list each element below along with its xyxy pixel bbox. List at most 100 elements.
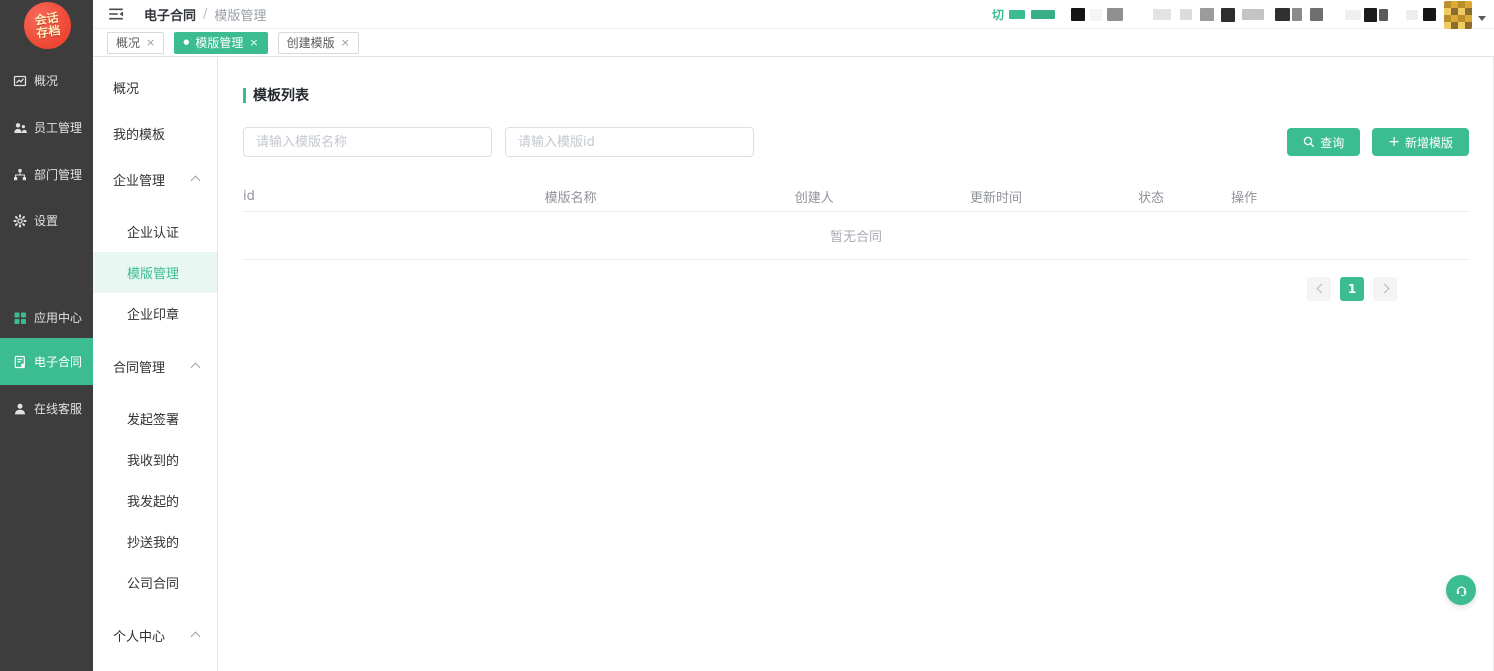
column-header-updated: 更新时间	[970, 182, 1138, 211]
subnav-company-contracts[interactable]: 公司合同	[93, 562, 217, 603]
search-button[interactable]: 查询	[1287, 128, 1360, 156]
chevron-up-icon	[192, 633, 199, 640]
template-name-input[interactable]	[243, 127, 492, 157]
customer-service-button[interactable]	[1446, 575, 1476, 605]
main-content: 模板列表 查询 + 新增模版	[218, 57, 1494, 671]
app-logo: 会话 存档	[21, 0, 74, 52]
tab-create-template[interactable]: 创建模版 ×	[278, 32, 359, 54]
page-title-text: 模板列表	[253, 85, 309, 105]
dropdown-caret-icon[interactable]	[1478, 16, 1486, 21]
headset-icon	[1453, 582, 1470, 599]
pagination-page-1[interactable]: 1	[1340, 277, 1364, 301]
redacted-block	[1345, 10, 1361, 20]
sidebar-item-label: 概况	[34, 72, 58, 89]
template-id-input[interactable]	[505, 127, 754, 157]
subnav-initiate-sign[interactable]: 发起签署	[93, 398, 217, 439]
primary-sidebar: 会话 存档 概况 员工管理 部门管理 设置	[0, 0, 93, 671]
subnav-label: 企业认证	[127, 222, 179, 241]
sidebar-item-app-center[interactable]: 应用中心	[0, 294, 93, 341]
redacted-block	[1423, 8, 1436, 21]
chevron-up-icon	[192, 177, 199, 184]
redacted-block	[1406, 10, 1418, 20]
tab-template-management[interactable]: ● 模版管理 ×	[174, 32, 267, 54]
subnav-template-management[interactable]: 模版管理	[93, 252, 217, 293]
chevron-left-icon	[1316, 285, 1323, 292]
redacted-block	[1364, 8, 1377, 22]
subnav-enterprise-auth[interactable]: 企业认证	[93, 211, 217, 252]
redacted-block	[1009, 10, 1025, 19]
subnav-enterprise-seal[interactable]: 企业印章	[93, 293, 217, 334]
close-icon[interactable]: ×	[249, 36, 258, 49]
menu-fold-icon[interactable]	[108, 7, 124, 21]
breadcrumb-current: 模版管理	[214, 5, 266, 24]
subnav-label: 模版管理	[127, 263, 179, 282]
redacted-block	[1242, 9, 1264, 20]
template-table: id 模版名称 创建人 更新时间 状态 操作	[243, 182, 1469, 212]
add-template-label: 新增模版	[1405, 134, 1453, 151]
column-header-creator: 创建人	[795, 182, 970, 211]
workspace: 概况 我的模板 企业管理 企业认证 模版管理 企业印章	[93, 57, 1494, 671]
contract-document-icon	[13, 355, 27, 369]
subnav-label: 个人中心	[113, 626, 165, 645]
table-empty-state: 暂无合同	[243, 212, 1469, 260]
pagination: 1	[243, 277, 1397, 301]
redacted-block	[1292, 8, 1302, 21]
redacted-block	[1071, 8, 1085, 21]
sidebar-item-overview[interactable]: 概况	[0, 57, 93, 104]
sidebar-item-e-contract[interactable]: 电子合同	[0, 338, 93, 385]
chevron-right-icon	[1382, 285, 1389, 292]
subnav-my-templates[interactable]: 我的模板	[93, 110, 217, 156]
switch-text-fragment: 切	[992, 6, 1004, 23]
subnav-overview[interactable]: 概况	[93, 64, 217, 110]
sidebar-item-label: 在线客服	[34, 400, 82, 417]
subnav-group-enterprise[interactable]: 企业管理	[93, 156, 217, 202]
subnav-label: 发起签署	[127, 409, 179, 428]
apps-grid-icon	[13, 311, 27, 325]
avatar[interactable]	[1444, 1, 1472, 29]
plus-icon: +	[1388, 135, 1400, 149]
subnav-label: 合同管理	[113, 357, 165, 376]
redacted-block	[1310, 8, 1323, 21]
column-header-id: id	[243, 182, 545, 211]
sidebar-item-employees[interactable]: 员工管理	[0, 104, 93, 151]
chevron-up-icon	[192, 364, 199, 371]
page-title: 模板列表	[243, 85, 1469, 105]
subnav-label: 概况	[113, 78, 139, 97]
subnav-cc-me[interactable]: 抄送我的	[93, 521, 217, 562]
employees-icon	[13, 121, 27, 135]
subnav-label: 我收到的	[127, 450, 179, 469]
pagination-next-button[interactable]	[1373, 277, 1397, 301]
pagination-prev-button[interactable]	[1307, 277, 1331, 301]
close-icon[interactable]: ×	[146, 36, 155, 49]
subnav-group-personal[interactable]: 个人中心	[93, 612, 217, 658]
close-icon[interactable]: ×	[341, 36, 350, 49]
filter-actions: 查询 + 新增模版	[1287, 128, 1469, 156]
subnav-received[interactable]: 我收到的	[93, 439, 217, 480]
redacted-block	[1200, 8, 1214, 21]
departments-org-icon	[13, 168, 27, 182]
subnav-label: 企业管理	[113, 170, 165, 189]
sidebar-item-label: 员工管理	[34, 119, 82, 136]
tab-label: 模版管理	[195, 34, 243, 51]
redacted-block	[1379, 9, 1388, 21]
sidebar-item-settings[interactable]: 设置	[0, 197, 93, 244]
breadcrumb-separator: /	[203, 7, 207, 22]
subnav-initiated-by-me[interactable]: 我发起的	[93, 480, 217, 521]
subnav-label: 抄送我的	[127, 532, 179, 551]
right-region: 电子合同 / 模版管理 切	[93, 0, 1494, 671]
sidebar-item-label: 电子合同	[34, 353, 82, 370]
logo-line2: 存档	[36, 24, 62, 40]
add-template-button[interactable]: + 新增模版	[1372, 128, 1469, 156]
sidebar-item-departments[interactable]: 部门管理	[0, 151, 93, 198]
subnav-label: 我的模板	[113, 124, 165, 143]
subnav-group-contract[interactable]: 合同管理	[93, 343, 217, 389]
search-icon	[1303, 136, 1315, 148]
tab-label: 创建模版	[287, 34, 335, 51]
top-header: 电子合同 / 模版管理 切	[93, 0, 1494, 29]
redacted-block	[1031, 10, 1055, 19]
breadcrumb-section[interactable]: 电子合同	[144, 5, 196, 24]
subnav-label: 我发起的	[127, 491, 179, 510]
person-bust-icon	[13, 402, 27, 416]
tab-overview[interactable]: 概况 ×	[107, 32, 164, 54]
sidebar-item-online-service[interactable]: 在线客服	[0, 385, 93, 432]
